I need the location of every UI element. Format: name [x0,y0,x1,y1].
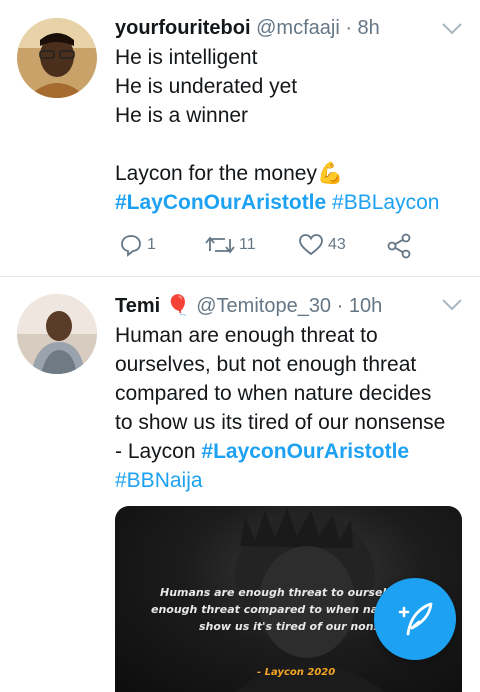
tweet-header: yourfouriteboi @mcfaaji · 8h [115,17,380,40]
avatar[interactable] [17,294,97,374]
tweet-text-line: Human are enough threat to [115,324,378,347]
chevron-down-icon[interactable] [441,298,463,312]
tweet-text-line: Laycon for the money💪 [115,162,344,185]
hashtag-link[interactable]: #BBNaija [115,469,203,492]
hashtag-link[interactable]: #LayconOurAristotle [201,440,409,463]
retweet-button[interactable]: 11 [205,233,256,257]
media-quote-line: show us it's tired of our nonsens [199,620,402,633]
text-fragment: - Laycon [115,440,202,463]
reply-icon [121,235,141,257]
reply-count: 1 [147,236,156,253]
tweet-text-line: He is intelligent [115,46,258,69]
retweet-count: 11 [239,236,256,253]
tweet-text-line: - Laycon #LayconOurAristotle [115,437,409,466]
tweet-text-line: to show us its tired of our nonsense [115,411,446,434]
tweet-text-line: ourselves, but not enough threat [115,353,417,376]
hashtag-line: #BBNaija [115,466,203,495]
tweet-text-line: He is underated yet [115,75,298,98]
tweet-text-line: compared to when nature decides [115,382,432,405]
tweet-1[interactable]: yourfouriteboi @mcfaaji · 8h He is intel… [0,0,480,275]
timestamp: · 10h [336,295,383,317]
like-count: 43 [328,236,346,253]
hashtag-link[interactable]: #LayConOurAristotle [115,191,326,214]
compose-tweet-button[interactable] [374,578,456,660]
compose-tweet-icon [398,602,433,636]
handle[interactable]: @Temitope_30 [196,295,331,317]
media-credit: - Laycon 2020 [257,667,336,678]
avatar[interactable] [17,18,97,98]
balloon-emoji: 🎈 [165,295,191,317]
heart-icon [299,234,323,256]
display-name[interactable]: yourfouriteboi [115,17,251,39]
media-quote-line: enough threat compared to when nature [151,603,405,616]
retweet-icon [205,236,235,254]
tweet-header: Temi 🎈 @Temitope_30 · 10h [115,293,382,318]
hashtag-link[interactable]: #BBLaycon [332,191,439,214]
reply-button[interactable]: 1 [119,233,156,257]
handle[interactable]: @mcfaaji [256,17,340,39]
display-name[interactable]: Temi [115,295,160,317]
chevron-down-icon[interactable] [441,22,463,36]
hashtag-line: #LayConOurAristotle #BBLaycon [115,188,439,217]
timestamp: · 8h [345,17,380,39]
share-icon[interactable] [386,233,412,259]
like-button[interactable]: 43 [298,233,346,257]
tweet-text-line: He is a winner [115,104,249,127]
